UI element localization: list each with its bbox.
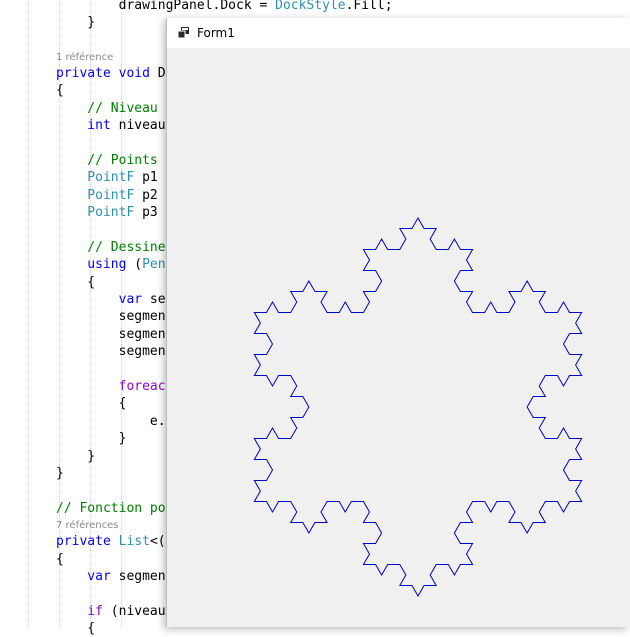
code-token: e.G xyxy=(56,413,174,429)
code-line: segment xyxy=(56,343,174,360)
code-line: e.G xyxy=(56,413,174,430)
code-token: segment xyxy=(56,309,174,325)
code-line: segment xyxy=(56,308,174,325)
code-token: { xyxy=(56,274,96,290)
code-token: // Points d xyxy=(56,152,174,168)
code-line: drawingPanel.Dock = DockStyle.Fill; xyxy=(56,0,393,14)
code-token: PointF xyxy=(56,204,135,220)
code-line: { xyxy=(56,274,95,291)
code-token: private xyxy=(56,534,111,550)
code-token: PointF xyxy=(56,170,135,186)
koch-snowflake xyxy=(253,216,583,598)
code-token: PointF xyxy=(56,187,135,203)
drawing-panel xyxy=(253,216,583,598)
code-token: // Niveau d xyxy=(56,100,174,116)
window-titlebar[interactable]: Form1 xyxy=(167,18,630,48)
code-token: drawingPanel.Dock = xyxy=(56,0,276,13)
code-token: } xyxy=(56,431,127,447)
code-token: // Fonction po xyxy=(56,500,166,516)
code-token: } xyxy=(56,14,96,30)
code-line: PointF p2 = xyxy=(56,187,173,204)
form1-window[interactable]: Form1 xyxy=(167,18,630,627)
code-token: segment xyxy=(56,344,174,360)
code-token: List xyxy=(118,534,150,550)
code-line: var segment xyxy=(56,568,173,585)
code-line: PointF p1 = xyxy=(56,169,173,186)
code-token: using xyxy=(56,257,127,273)
code-line: // Niveau d xyxy=(56,100,173,117)
code-line: } xyxy=(56,448,95,465)
code-line: // Dessiner xyxy=(56,239,173,256)
code-line: private List<( xyxy=(56,533,166,550)
code-token: DockStyle xyxy=(275,0,346,13)
code-token: ( xyxy=(126,257,143,273)
code-token: segment xyxy=(56,326,174,342)
code-token: var xyxy=(56,568,111,584)
code-token: { xyxy=(56,83,64,99)
code-line: { xyxy=(56,82,64,99)
window-title: Form1 xyxy=(197,26,235,40)
code-line: } xyxy=(56,465,64,482)
winforms-app-icon xyxy=(177,27,189,39)
code-line: if (niveau xyxy=(56,603,166,620)
code-line: { xyxy=(56,551,64,568)
code-token: foreach xyxy=(56,378,174,394)
code-line: segment xyxy=(56,326,174,343)
indent-guide xyxy=(28,0,29,627)
code-token: <( xyxy=(149,534,166,550)
code-line: // Fonction po xyxy=(56,500,166,517)
code-token: void xyxy=(118,65,150,81)
code-token: niveau xyxy=(110,117,166,133)
code-line: foreach xyxy=(56,378,174,395)
code-token: if xyxy=(56,603,103,619)
codelens-reference-count[interactable]: 7 références xyxy=(56,520,119,532)
code-line: using (Pen xyxy=(56,256,166,273)
code-token: segment xyxy=(110,568,174,584)
code-token: .Fill; xyxy=(345,0,393,13)
code-token: Pen xyxy=(142,257,166,273)
code-token: } xyxy=(56,448,96,464)
codelens-reference-count[interactable]: 1 référence xyxy=(56,52,113,64)
code-line: } xyxy=(56,430,127,447)
code-token: int xyxy=(56,117,111,133)
code-token: private xyxy=(56,65,111,81)
code-token: { xyxy=(56,621,96,637)
code-token: var xyxy=(56,291,143,307)
code-token: // Dessiner xyxy=(56,239,174,255)
code-line: int niveau xyxy=(56,117,166,134)
code-token: (niveau xyxy=(102,603,166,619)
code-line: // Points d xyxy=(56,152,173,169)
code-line: private void Dr xyxy=(56,65,173,82)
code-token: { xyxy=(56,551,64,567)
code-line: var seg xyxy=(56,291,174,308)
code-line: { xyxy=(56,620,95,637)
code-line: { xyxy=(56,395,127,412)
code-token: { xyxy=(56,396,127,412)
code-token: } xyxy=(56,465,64,481)
code-line: PointF p3 = xyxy=(56,204,173,221)
code-line: } xyxy=(56,14,95,31)
